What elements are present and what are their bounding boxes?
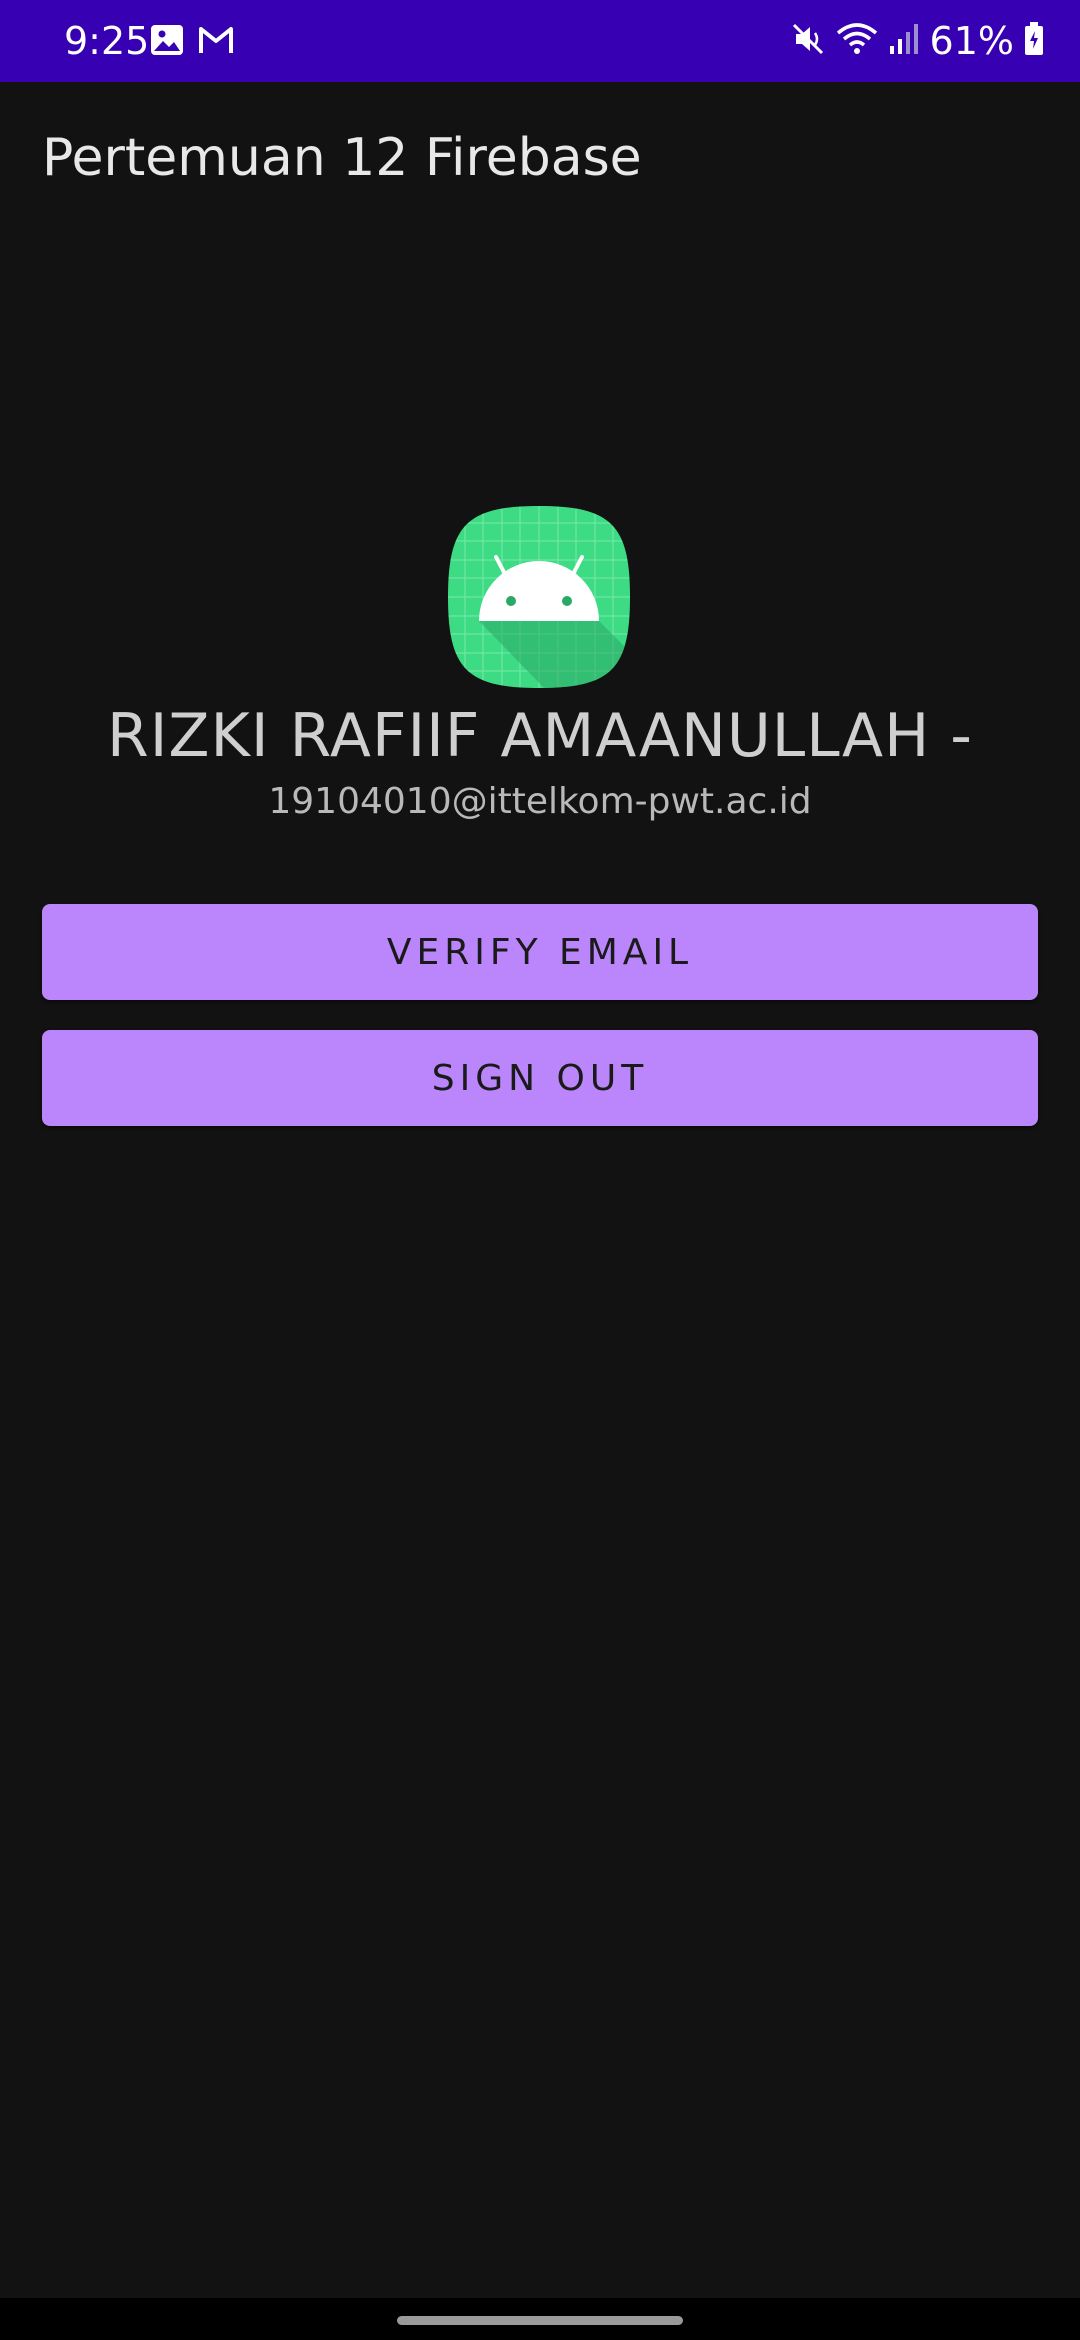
sign-out-button[interactable]: SIGN OUT bbox=[42, 1030, 1038, 1126]
user-name: RIZKI RAFIIF AMAANULLAH - bbox=[107, 701, 973, 771]
wifi-icon bbox=[836, 21, 878, 61]
battery-percent: 61% bbox=[929, 19, 1014, 63]
mute-icon bbox=[790, 21, 826, 61]
user-email: 19104010@ittelkom-pwt.ac.id bbox=[268, 781, 812, 822]
app-screen: 9:25 61% Pertemuan 12 Firebase RIZKI RAF… bbox=[0, 0, 1080, 2340]
android-icon bbox=[446, 504, 632, 690]
status-time: 9:25 bbox=[64, 19, 150, 63]
gmail-icon bbox=[198, 24, 234, 60]
verify-email-button[interactable]: VERIFY EMAIL bbox=[42, 904, 1038, 1000]
app-bar-title: Pertemuan 12 Firebase bbox=[42, 128, 642, 188]
image-icon bbox=[150, 24, 184, 60]
home-gesture-handle[interactable] bbox=[397, 2316, 683, 2325]
status-bar: 9:25 61% bbox=[0, 0, 1080, 82]
signal-icon bbox=[888, 22, 920, 60]
battery-icon bbox=[1024, 22, 1044, 60]
status-notification-icons bbox=[150, 24, 234, 60]
navigation-bar bbox=[0, 2298, 1080, 2340]
status-system-icons: 61% bbox=[790, 16, 1044, 66]
